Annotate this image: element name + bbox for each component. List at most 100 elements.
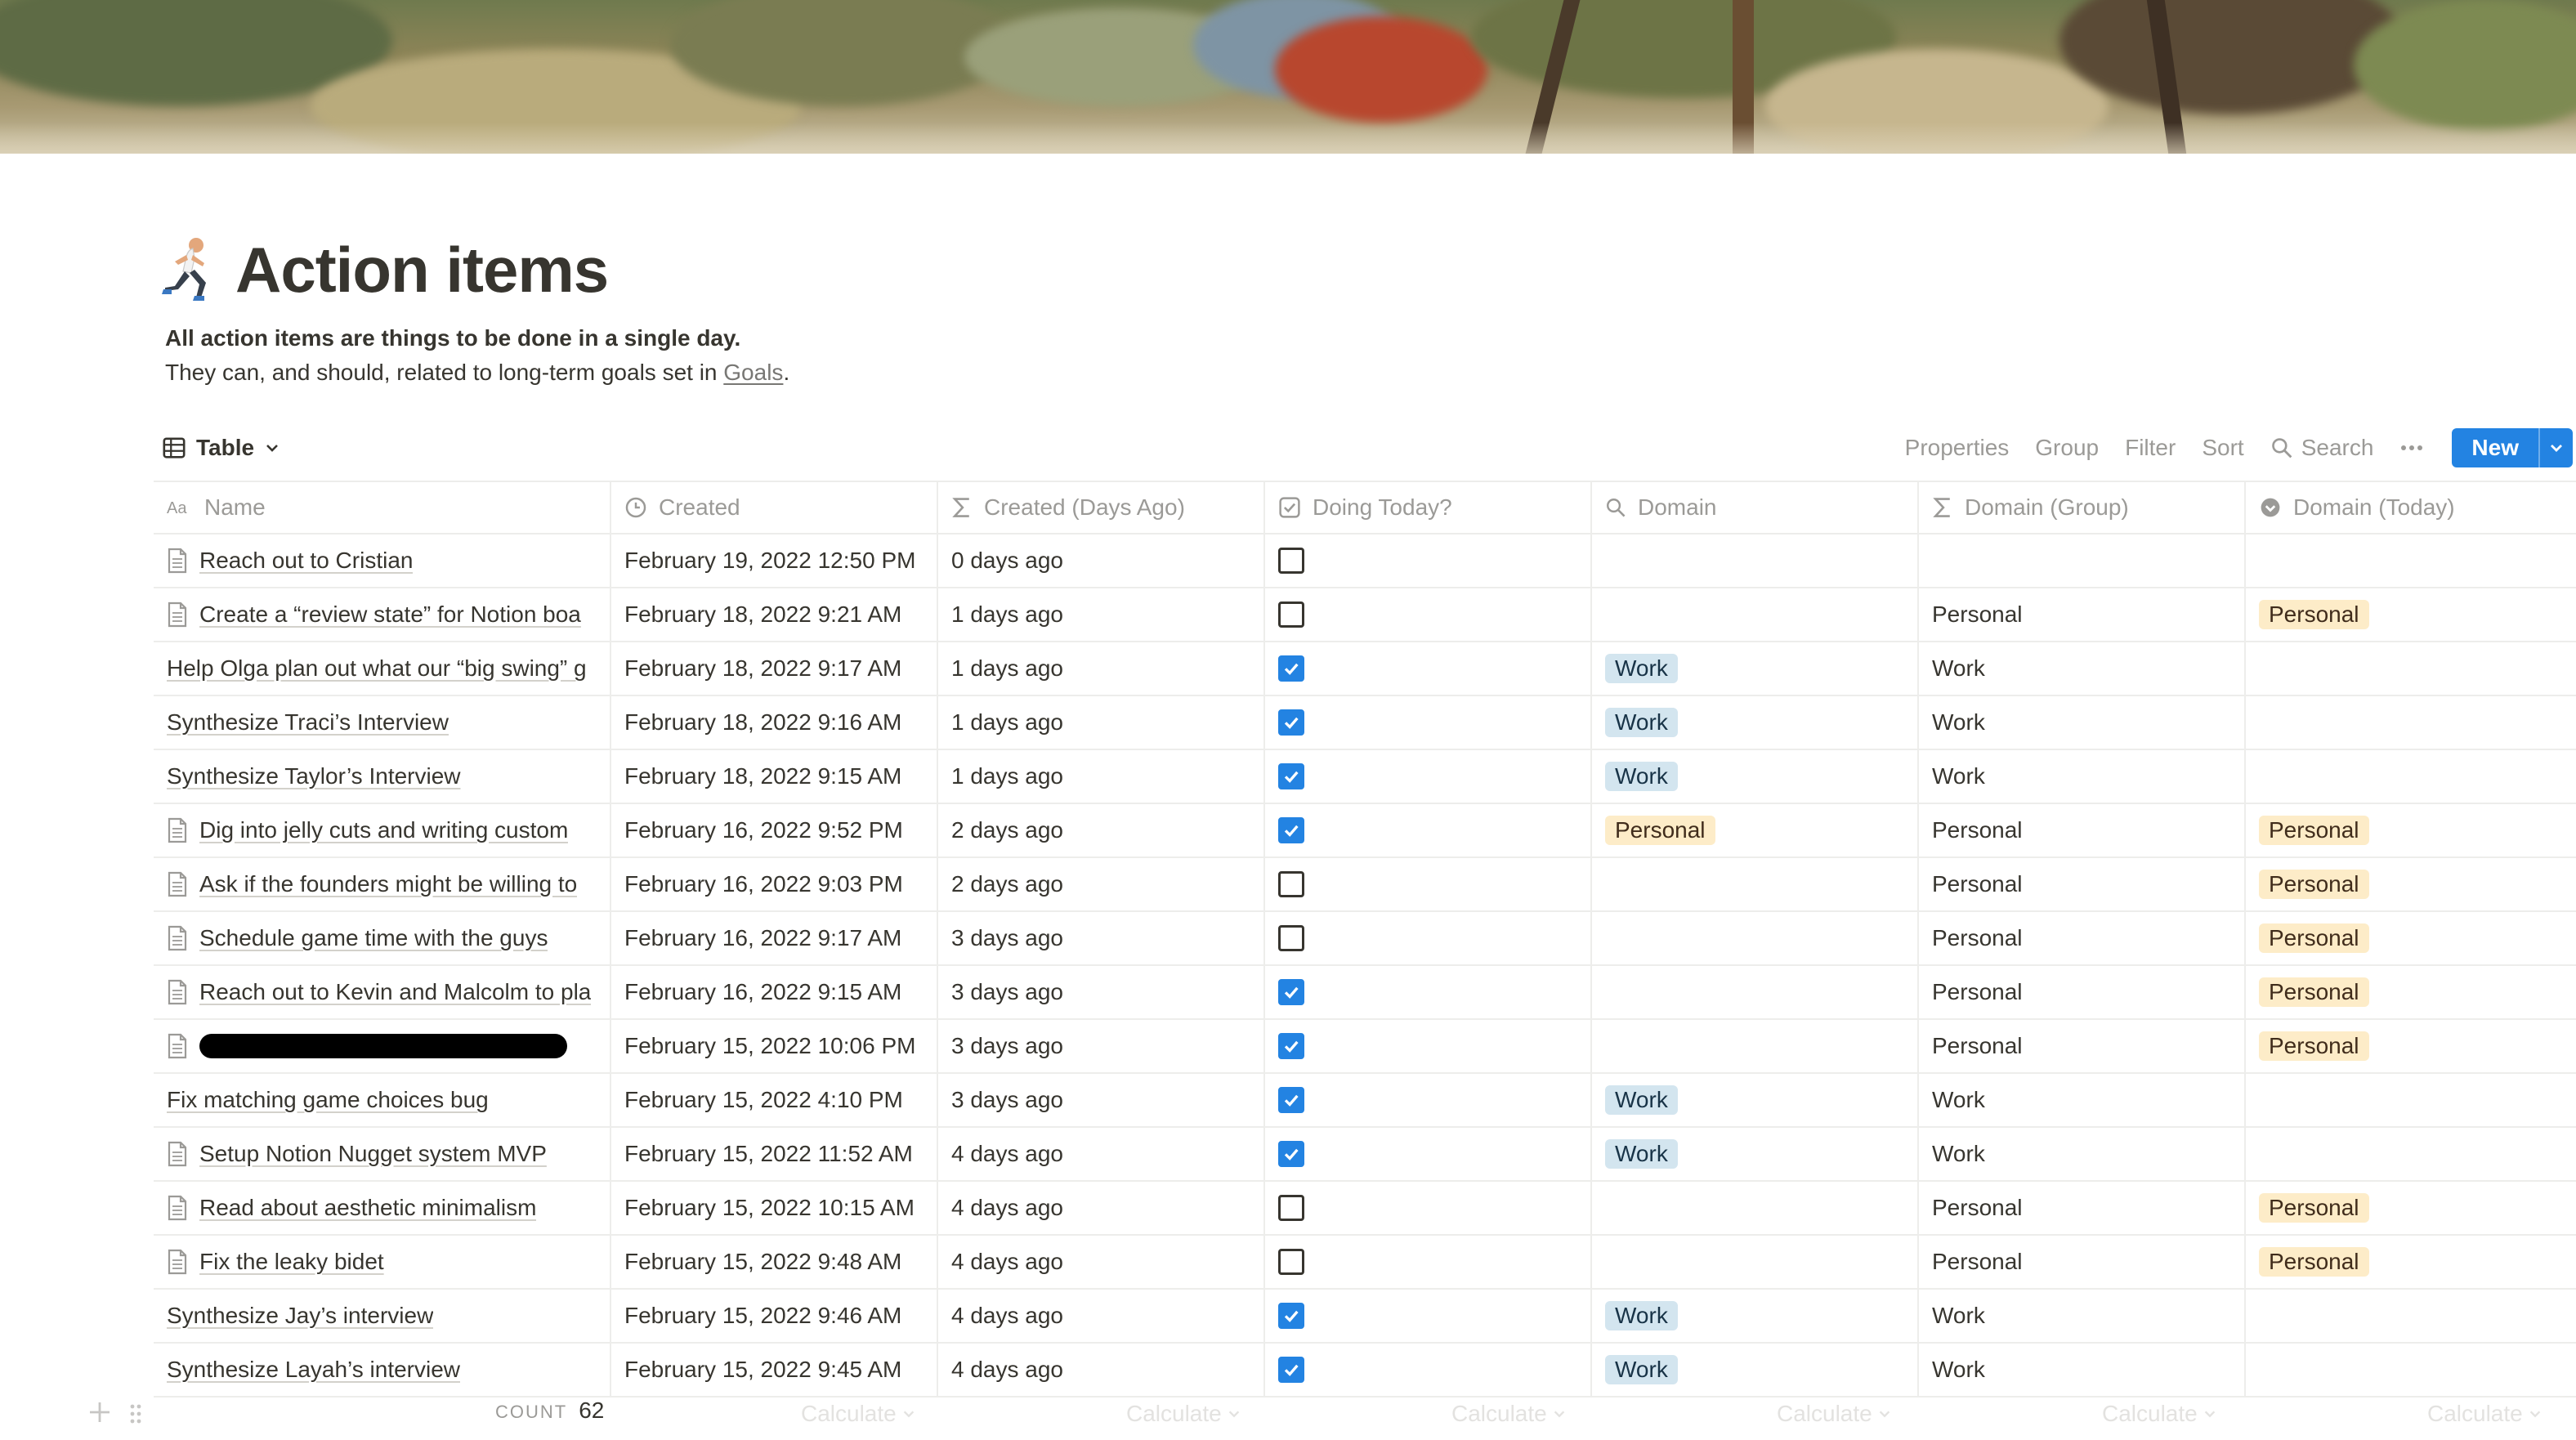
cell-doing-today[interactable] — [1265, 750, 1592, 803]
group-button[interactable]: Group — [2035, 435, 2099, 461]
column-header-created-days-ago[interactable]: Created (Days Ago) — [938, 482, 1265, 533]
cell-name[interactable]: Fix matching game choices bug — [154, 1074, 611, 1126]
count-calculation[interactable]: COUNT 62 — [495, 1398, 604, 1424]
cell-domain-today[interactable]: Personal — [2246, 1020, 2576, 1072]
cell-doing-today[interactable] — [1265, 642, 1592, 695]
table-row[interactable]: Setup Notion Nugget system MVP February 1… — [154, 1128, 2576, 1182]
cell-doing-today[interactable] — [1265, 1020, 1592, 1072]
calculate-button[interactable]: Calculate — [2102, 1401, 2217, 1427]
cell-created[interactable]: February 19, 2022 12:50 PM — [611, 534, 938, 587]
cell-created[interactable]: February 16, 2022 9:15 AM — [611, 966, 938, 1018]
cell-domain-today[interactable]: Personal — [2246, 858, 2576, 910]
cell-domain-today[interactable] — [2246, 696, 2576, 749]
cell-name[interactable]: Schedule game time with the guys — [154, 912, 611, 964]
cell-name[interactable]: Dig into jelly cuts and writing custom — [154, 804, 611, 856]
cell-created-days-ago[interactable]: 1 days ago — [938, 642, 1265, 695]
cell-created[interactable]: February 15, 2022 9:48 AM — [611, 1236, 938, 1288]
cell-created[interactable]: February 15, 2022 11:52 AM — [611, 1128, 938, 1180]
cell-created-days-ago[interactable]: 1 days ago — [938, 588, 1265, 641]
cell-domain[interactable] — [1592, 858, 1919, 910]
row-name[interactable]: Setup Notion Nugget system MVP — [199, 1141, 547, 1167]
row-name[interactable]: Synthesize Layah’s interview — [167, 1357, 460, 1383]
cell-domain-group[interactable]: Personal — [1919, 804, 2246, 856]
description-line-1[interactable]: All action items are things to be done i… — [165, 322, 740, 355]
table-row[interactable]: Ask if the founders might be willing to F… — [154, 858, 2576, 912]
cell-created-days-ago[interactable]: 3 days ago — [938, 966, 1265, 1018]
cell-created-days-ago[interactable]: 1 days ago — [938, 750, 1265, 803]
row-name[interactable]: Reach out to Kevin and Malcolm to pla — [199, 979, 591, 1005]
goals-link[interactable]: Goals — [723, 360, 783, 385]
column-header-name[interactable]: Aa Name — [154, 482, 611, 533]
doing-today-checkbox[interactable] — [1278, 1357, 1304, 1383]
cell-domain-today[interactable] — [2246, 750, 2576, 803]
cell-domain[interactable] — [1592, 1020, 1919, 1072]
cell-domain-group[interactable]: Personal — [1919, 966, 2246, 1018]
doing-today-checkbox[interactable] — [1278, 1303, 1304, 1329]
cell-created[interactable]: February 15, 2022 9:45 AM — [611, 1344, 938, 1396]
doing-today-checkbox[interactable] — [1278, 817, 1304, 843]
cell-domain-today[interactable]: Personal — [2246, 966, 2576, 1018]
cell-name[interactable]: Synthesize Jay’s interview — [154, 1290, 611, 1342]
cell-domain-group[interactable]: Work — [1919, 696, 2246, 749]
cell-created[interactable]: February 18, 2022 9:17 AM — [611, 642, 938, 695]
cell-domain[interactable] — [1592, 966, 1919, 1018]
table-row[interactable]: Create a “review state” for Notion boa Fe… — [154, 588, 2576, 642]
cell-domain[interactable] — [1592, 534, 1919, 587]
calculate-button[interactable]: Calculate — [2427, 1401, 2542, 1427]
column-header-domain[interactable]: Domain — [1592, 482, 1919, 533]
cell-domain-today[interactable] — [2246, 1074, 2576, 1126]
column-header-domain-group[interactable]: Domain (Group) — [1919, 482, 2246, 533]
cell-doing-today[interactable] — [1265, 1182, 1592, 1234]
cell-domain-group[interactable]: Work — [1919, 1074, 2246, 1126]
calculate-button[interactable]: Calculate — [1451, 1401, 1567, 1427]
cell-created[interactable]: February 15, 2022 4:10 PM — [611, 1074, 938, 1126]
cell-domain-group[interactable]: Work — [1919, 1344, 2246, 1396]
table-row[interactable]: Dig into jelly cuts and writing custom Fe… — [154, 804, 2576, 858]
row-name[interactable]: Help Olga plan out what our “big swing” … — [167, 655, 587, 682]
cell-domain-group[interactable]: Work — [1919, 1290, 2246, 1342]
cell-domain-today[interactable]: Personal — [2246, 1236, 2576, 1288]
table-row[interactable]: Read about aesthetic minimalism February … — [154, 1182, 2576, 1236]
cell-created-days-ago[interactable]: 4 days ago — [938, 1344, 1265, 1396]
cell-name[interactable]: Synthesize Traci’s Interview — [154, 696, 611, 749]
cell-domain-today[interactable]: Personal — [2246, 588, 2576, 641]
cell-doing-today[interactable] — [1265, 1236, 1592, 1288]
page-title[interactable]: Action items — [235, 230, 609, 309]
cell-created-days-ago[interactable]: 3 days ago — [938, 1020, 1265, 1072]
cell-name[interactable]: Reach out to Kevin and Malcolm to pla — [154, 966, 611, 1018]
cell-created[interactable]: February 18, 2022 9:21 AM — [611, 588, 938, 641]
doing-today-checkbox[interactable] — [1278, 1141, 1304, 1167]
cell-domain[interactable]: Work — [1592, 1290, 1919, 1342]
row-name[interactable]: Schedule game time with the guys — [199, 925, 548, 951]
cell-created-days-ago[interactable]: 3 days ago — [938, 1074, 1265, 1126]
cell-domain-group[interactable]: Personal — [1919, 1236, 2246, 1288]
cell-domain-group[interactable] — [1919, 534, 2246, 587]
cell-created-days-ago[interactable]: 4 days ago — [938, 1182, 1265, 1234]
table-row[interactable]: Fix the leaky bidet February 15, 2022 9:4… — [154, 1236, 2576, 1290]
new-button[interactable]: New — [2452, 428, 2573, 467]
cell-created[interactable]: February 16, 2022 9:17 AM — [611, 912, 938, 964]
doing-today-checkbox[interactable] — [1278, 655, 1304, 682]
cell-domain[interactable] — [1592, 588, 1919, 641]
table-row[interactable]: Reach out to Cristian February 19, 2022 1… — [154, 534, 2576, 588]
row-name[interactable]: Dig into jelly cuts and writing custom — [199, 817, 568, 843]
cell-domain-today[interactable] — [2246, 642, 2576, 695]
cell-doing-today[interactable] — [1265, 1074, 1592, 1126]
properties-button[interactable]: Properties — [1905, 435, 2010, 461]
cell-domain-group[interactable]: Work — [1919, 642, 2246, 695]
cell-domain[interactable] — [1592, 912, 1919, 964]
cell-domain-today[interactable]: Personal — [2246, 912, 2576, 964]
doing-today-checkbox[interactable] — [1278, 763, 1304, 789]
table-row[interactable]: Synthesize Taylor’s Interview February 18… — [154, 750, 2576, 804]
cell-created[interactable]: February 18, 2022 9:16 AM — [611, 696, 938, 749]
calculate-button[interactable]: Calculate — [1777, 1401, 1892, 1427]
table-row[interactable]: Synthesize Traci’s Interview February 18,… — [154, 696, 2576, 750]
cell-created[interactable]: February 15, 2022 9:46 AM — [611, 1290, 938, 1342]
row-name[interactable]: Ask if the founders might be willing to — [199, 871, 577, 897]
cell-domain[interactable]: Work — [1592, 1344, 1919, 1396]
table-row[interactable]: Fix matching game choices bug February 15… — [154, 1074, 2576, 1128]
doing-today-checkbox[interactable] — [1278, 871, 1304, 897]
doing-today-checkbox[interactable] — [1278, 925, 1304, 951]
row-name[interactable]: Synthesize Traci’s Interview — [167, 709, 449, 736]
doing-today-checkbox[interactable] — [1278, 601, 1304, 628]
